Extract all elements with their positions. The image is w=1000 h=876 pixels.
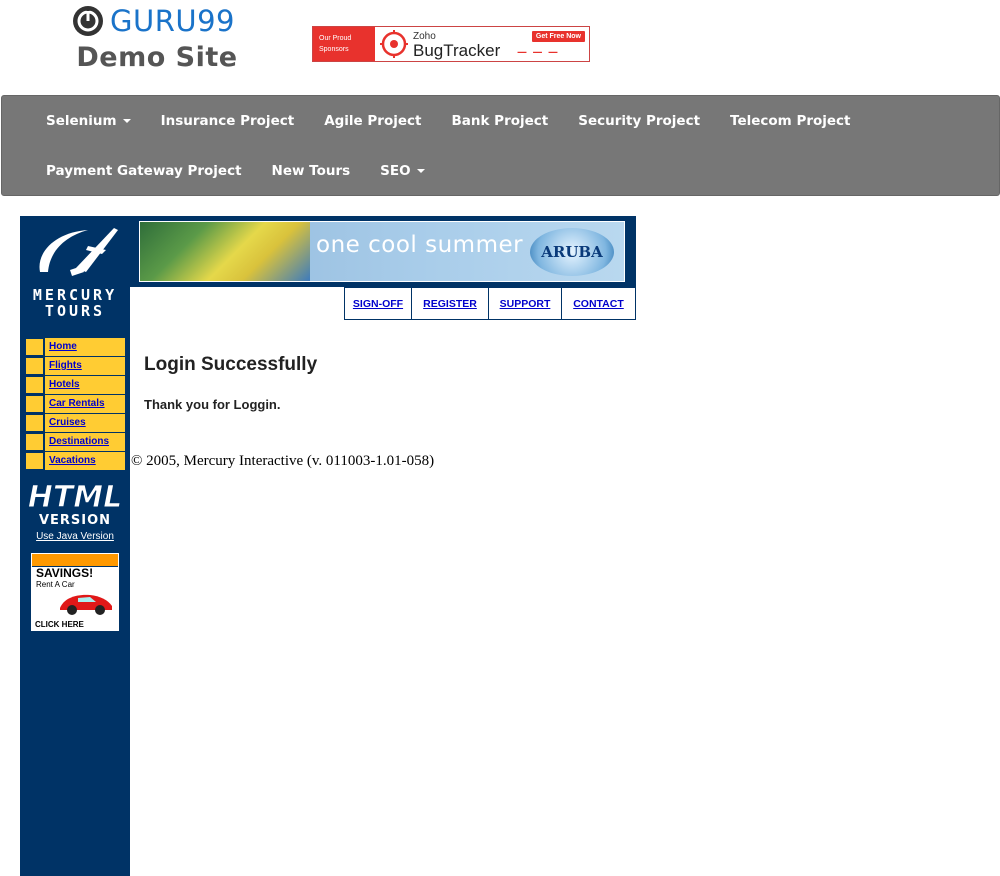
bug-icon [380, 30, 408, 58]
side-link-car-rentals[interactable]: Car Rentals [45, 395, 125, 413]
car-icon [60, 594, 112, 615]
nav-item-label: Bank Project [451, 113, 549, 129]
bullet-square [25, 452, 44, 470]
nav-item-label: Security Project [578, 113, 701, 129]
page-title: Login Successfully [144, 354, 318, 375]
bullet-square [25, 414, 44, 432]
guru99-logo[interactable]: GURU99 Demo Site [72, 4, 242, 80]
dash-decoration: — — — [517, 47, 559, 58]
sponsor-label-line1: Our Proud [319, 35, 352, 42]
click-here-label: CLICK HERE [35, 620, 84, 629]
side-link-destinations[interactable]: Destinations [45, 433, 125, 451]
aruba-banner[interactable]: one cool summer ARUBA [139, 221, 625, 282]
bullet-square [25, 338, 44, 356]
caret-down-icon [416, 169, 425, 173]
nav-item-security-project[interactable]: Security Project [563, 96, 715, 146]
nav-item-telecom-project[interactable]: Telecom Project [715, 96, 865, 146]
sponsor-label: Our Proud Sponsors [313, 27, 375, 61]
nav-item-selenium[interactable]: Selenium [2, 96, 146, 146]
savings-subtitle: Rent A Car [36, 580, 75, 589]
guru99-logo-icon [73, 6, 103, 36]
nav-item-label: Payment Gateway Project [46, 163, 242, 179]
nav-item-label: SEO [380, 163, 411, 179]
get-free-now-button[interactable]: Get Free Now [531, 31, 585, 42]
side-link-vacations[interactable]: Vacations [45, 452, 125, 470]
guru99-logo-word: GURU99 [110, 4, 235, 38]
side-link-cruises[interactable]: Cruises [45, 414, 125, 432]
side-nav-row[interactable]: Vacations [25, 452, 125, 470]
side-nav-row[interactable]: Car Rentals [25, 395, 125, 413]
nav-item-bank-project[interactable]: Bank Project [436, 96, 563, 146]
sponsor-banner[interactable]: Our Proud Sponsors Zoho BugTracker Get F… [312, 26, 590, 62]
bugtracker-brand: BugTracker [413, 41, 501, 60]
bullet-square [25, 376, 44, 394]
nav-item-label: Telecom Project [730, 113, 851, 129]
register-link[interactable]: REGISTER [411, 287, 488, 319]
caret-down-icon [122, 119, 131, 123]
side-nav-row[interactable]: Cruises [25, 414, 125, 432]
support-link[interactable]: SUPPORT [488, 287, 561, 319]
side-nav-row[interactable]: Hotels [25, 376, 125, 394]
copyright-footer: © 2005, Mercury Interactive (v. 011003-1… [131, 453, 435, 469]
nav-item-payment-gateway-project[interactable]: Payment Gateway Project [2, 146, 257, 196]
sponsor-label-line2: Sponsors [319, 46, 349, 53]
side-link-flights[interactable]: Flights [45, 357, 125, 375]
savings-title: SAVINGS! [36, 566, 94, 580]
side-link-hotels[interactable]: Hotels [45, 376, 125, 394]
side-nav-row[interactable]: Home [25, 338, 125, 356]
bullet-square [25, 357, 44, 375]
side-nav-row[interactable]: Destinations [25, 433, 125, 451]
nav-item-label: Insurance Project [160, 113, 295, 129]
svg-text:VERSION: VERSION [39, 513, 111, 527]
bullet-square [25, 395, 44, 413]
nav-item-label: Agile Project [324, 113, 422, 129]
navbar-row-1: Selenium Insurance Project Agile Project Ba… [2, 96, 866, 146]
mercury-side-nav: Home Flights Hotels Car Rentals Cruises … [24, 337, 126, 470]
savings-ad[interactable]: SAVINGS! Rent A Car CLICK HERE [31, 553, 119, 631]
svg-text:HTML: HTML [28, 480, 122, 515]
nav-item-insurance-project[interactable]: Insurance Project [146, 96, 310, 146]
aruba-logo: ARUBA [530, 228, 614, 276]
sign-off-link[interactable]: SIGN-OFF [344, 287, 411, 319]
side-link-home[interactable]: Home [45, 338, 125, 356]
nav-item-label: New Tours [271, 163, 351, 179]
demo-site-label: Demo Site [76, 42, 238, 73]
navbar-row-2: Payment Gateway Project New Tours SEO [2, 146, 440, 196]
bullet-square [25, 433, 44, 451]
banner-text: one cool summer [316, 232, 524, 258]
html-version-badge: HTML VERSION [28, 480, 122, 528]
mercury-top-links: SIGN-OFF REGISTER SUPPORT CONTACT [344, 287, 636, 320]
nav-item-label: Selenium [46, 113, 117, 129]
banner-photo [140, 222, 310, 281]
success-message: Thank you for Loggin. [144, 397, 281, 412]
nav-item-seo[interactable]: SEO [365, 146, 439, 196]
mercury-tours-logo-text: MERCURY TOURS [32, 286, 118, 320]
nav-item-agile-project[interactable]: Agile Project [309, 96, 436, 146]
side-nav-row[interactable]: Flights [25, 357, 125, 375]
top-navbar: Selenium Insurance Project Agile Project Ba… [1, 95, 1000, 196]
nav-item-new-tours[interactable]: New Tours [257, 146, 366, 196]
contact-link[interactable]: CONTACT [561, 287, 636, 319]
use-java-version-link[interactable]: Use Java Version [20, 531, 130, 542]
